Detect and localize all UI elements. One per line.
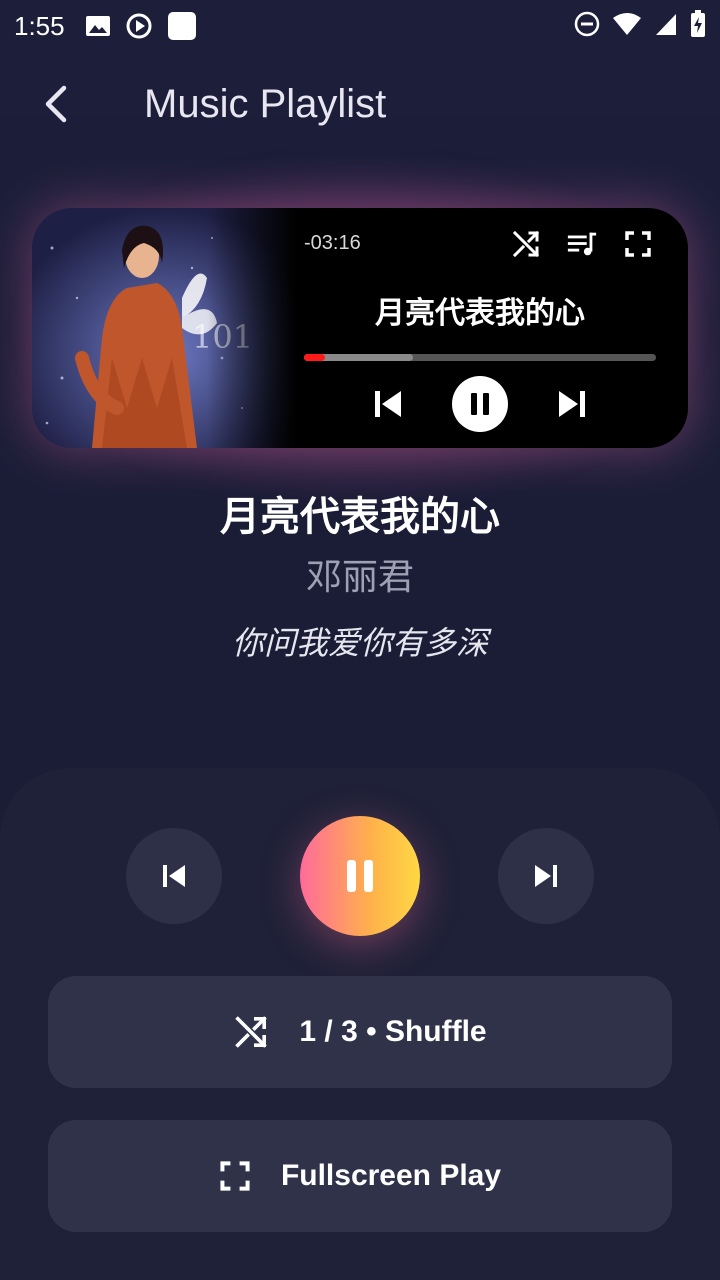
fullscreen-play-button[interactable]: Fullscreen Play [48, 1120, 672, 1232]
song-title: 月亮代表我的心 [220, 494, 500, 540]
image-icon [85, 14, 111, 38]
chevron-left-icon [45, 85, 67, 123]
skip-previous-icon [163, 865, 185, 887]
page-title: Music Playlist [144, 81, 387, 126]
shuffle-icon [235, 1016, 268, 1048]
progress-bar[interactable] [304, 354, 656, 361]
fullscreen-icon[interactable] [622, 228, 654, 260]
shuffle-mode-label: 1 / 3 • Shuffle [299, 1015, 487, 1048]
play-circle-icon [125, 12, 153, 40]
mini-player-controls [304, 376, 656, 432]
battery-charging-icon [690, 9, 706, 43]
status-time: 1:55 [14, 10, 65, 41]
mini-next-button[interactable] [548, 380, 596, 428]
mini-player[interactable]: 101 -03:16 月亮代表我的心 [32, 208, 688, 448]
status-bar: 1:55 [0, 0, 720, 52]
wifi-icon [612, 12, 642, 41]
remaining-time: -03:16 [304, 232, 361, 254]
skip-next-icon [559, 391, 585, 417]
fullscreen-icon [220, 1161, 250, 1191]
fullscreen-play-label: Fullscreen Play [280, 1159, 502, 1192]
back-button[interactable] [26, 74, 86, 134]
square-icon [167, 11, 197, 41]
skip-previous-icon [375, 391, 401, 417]
mini-player-title: 月亮代表我的心 [375, 296, 585, 331]
playlist-icon[interactable] [566, 228, 598, 260]
skip-next-icon [535, 865, 557, 887]
next-button[interactable] [498, 828, 594, 924]
do-not-disturb-icon [574, 11, 600, 42]
previous-button[interactable] [126, 828, 222, 924]
playback-controls [0, 816, 720, 936]
song-lyric: 你问我爱你有多深 [231, 624, 488, 662]
mini-pause-button[interactable] [452, 376, 508, 432]
pause-icon [347, 860, 373, 892]
mini-player-actions [510, 228, 654, 260]
mini-prev-button[interactable] [364, 380, 412, 428]
shuffle-mode-button[interactable]: 1 / 3 • Shuffle [48, 976, 672, 1088]
app-bar: Music Playlist [0, 62, 720, 146]
album-cover: 101 [32, 208, 297, 448]
pause-icon [471, 393, 489, 415]
shuffle-icon[interactable] [510, 228, 542, 260]
progress-played [304, 354, 326, 361]
play-pause-button[interactable] [300, 816, 420, 936]
song-artist: 邓丽君 [305, 557, 414, 598]
signal-icon [654, 12, 678, 41]
